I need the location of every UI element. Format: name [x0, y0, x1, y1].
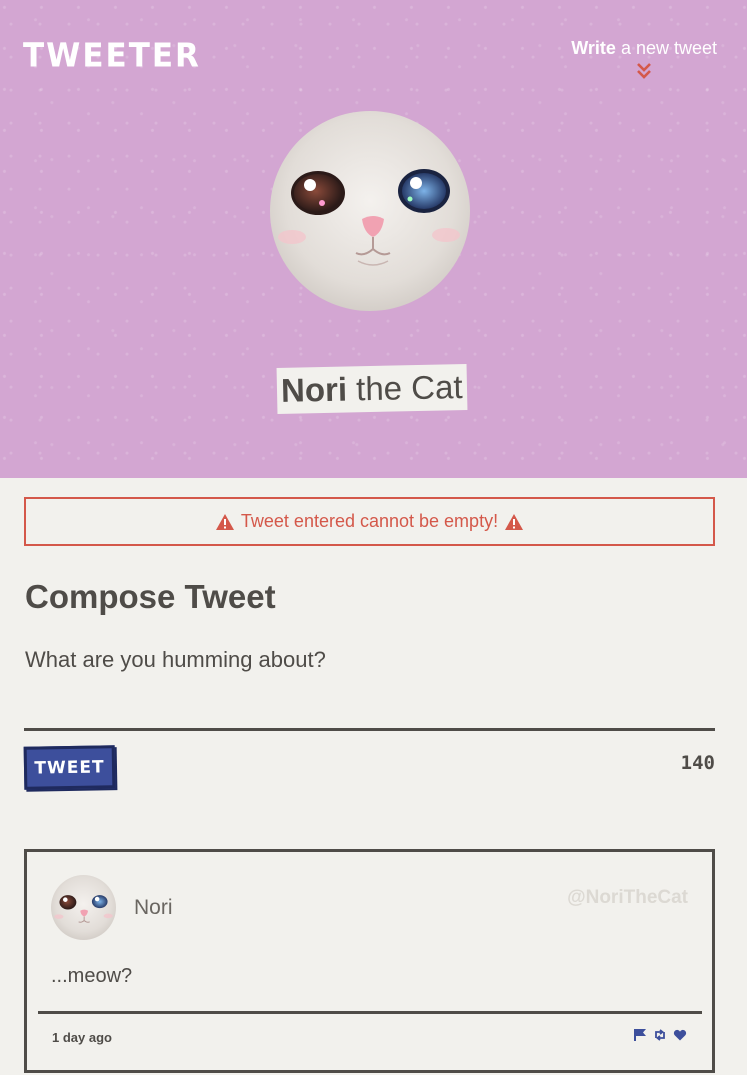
- tweet-timestamp: 1 day ago: [52, 1030, 112, 1045]
- flag-icon[interactable]: [633, 1028, 647, 1042]
- profile-name-rest: the Cat: [346, 368, 463, 408]
- tweet-text-input[interactable]: [24, 645, 715, 731]
- tweet-author-handle: @NoriTheCat: [567, 887, 688, 908]
- character-counter: 140: [680, 752, 715, 774]
- tweet-actions: [633, 1028, 687, 1042]
- profile-header: TWEETER Write a new tweet Nori the Cat: [0, 0, 747, 478]
- tweet-divider: [38, 1011, 702, 1014]
- tweet-avatar: [51, 875, 116, 940]
- app-logo: TWEETER: [23, 37, 201, 75]
- heart-icon[interactable]: [673, 1028, 687, 1042]
- error-message: Tweet entered cannot be empty!: [24, 497, 715, 546]
- write-link-text: a new tweet: [615, 38, 717, 58]
- tweet-author-name: Nori: [134, 896, 173, 919]
- tweet-card: Nori @NoriTheCat ...meow? 1 day ago: [24, 849, 715, 1073]
- tweet-text: ...meow?: [51, 965, 133, 987]
- error-text: Tweet entered cannot be empty!: [240, 511, 499, 531]
- warning-triangle-icon: [215, 513, 234, 530]
- tweet-submit-button[interactable]: TWEET: [23, 745, 116, 790]
- warning-triangle-icon: [505, 513, 524, 530]
- profile-avatar: [270, 111, 470, 311]
- profile-first-name: Nori: [280, 370, 348, 409]
- write-new-tweet-link[interactable]: Write a new tweet: [571, 38, 717, 59]
- write-link-bold: Write: [571, 38, 616, 58]
- double-chevron-down-icon[interactable]: [636, 62, 652, 80]
- compose-title: Compose Tweet: [25, 578, 276, 615]
- retweet-icon[interactable]: [653, 1028, 667, 1042]
- profile-name-tag: Nori the Cat: [276, 364, 468, 414]
